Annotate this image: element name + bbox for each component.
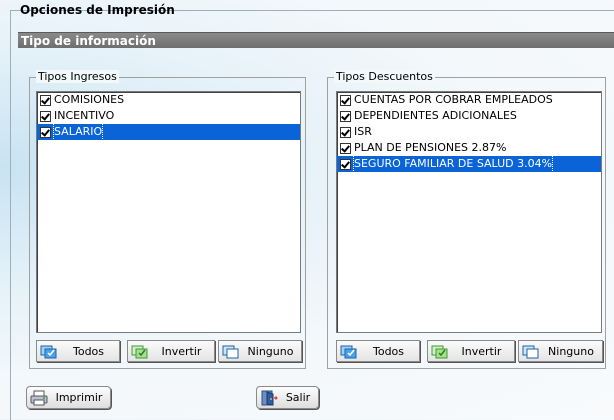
exit-door-icon	[260, 390, 278, 406]
descuentos-list-item[interactable]: DEPENDIENTES ADICIONALES	[337, 108, 601, 124]
descuentos-list-item[interactable]: ISR	[337, 124, 601, 140]
descuentos-todos-label: Todos	[372, 344, 405, 358]
select-all-icon	[40, 343, 58, 359]
ingresos-list-item[interactable]: SALARIO	[37, 123, 300, 141]
descuentos-ninguno-label: Ninguno	[548, 344, 594, 358]
list-item-label: CUENTAS POR COBRAR EMPLEADOS	[354, 93, 553, 106]
descuentos-list-item[interactable]: PLAN DE PENSIONES 2.87%	[337, 140, 601, 156]
list-item-label: INCENTIVO	[54, 109, 115, 122]
ingresos-list-item[interactable]: INCENTIVO	[37, 108, 300, 124]
select-all-icon	[340, 343, 358, 359]
descuentos-invertir-button[interactable]: Invertir	[427, 340, 515, 362]
ingresos-legend: Tipos Ingresos	[36, 70, 119, 83]
salir-button[interactable]: Salir	[256, 386, 319, 409]
checkbox[interactable]	[40, 126, 51, 138]
descuentos-listbox[interactable]: CUENTAS POR COBRAR EMPLEADOS DEPENDIENTES…	[336, 91, 602, 333]
salir-label: Salir	[285, 391, 311, 404]
ingresos-todos-label: Todos	[72, 344, 105, 358]
checkbox[interactable]	[340, 126, 351, 138]
checkbox[interactable]	[40, 110, 51, 122]
imprimir-button[interactable]: Imprimir	[26, 386, 111, 409]
ingresos-todos-button[interactable]: Todos	[36, 340, 120, 362]
checkbox[interactable]	[340, 110, 351, 122]
printer-icon	[30, 390, 48, 406]
checkbox[interactable]	[40, 94, 51, 106]
descuentos-invertir-label: Invertir	[461, 344, 502, 358]
list-item-label: PLAN DE PENSIONES 2.87%	[354, 141, 507, 154]
descuentos-ninguno-button[interactable]: Ninguno	[518, 340, 603, 362]
checkbox[interactable]	[340, 142, 351, 154]
ingresos-invertir-button[interactable]: Invertir	[127, 340, 215, 362]
descuentos-list-item[interactable]: CUENTAS POR COBRAR EMPLEADOS	[337, 92, 601, 108]
ingresos-list-item[interactable]: COMISIONES	[37, 92, 300, 108]
ingresos-invertir-label: Invertir	[161, 344, 202, 358]
descuentos-list-item[interactable]: SEGURO FAMILIAR DE SALUD 3.04%	[337, 155, 601, 173]
select-none-icon	[522, 343, 540, 359]
descuentos-legend: Tipos Descuentos	[334, 70, 435, 83]
invert-selection-icon	[431, 343, 449, 359]
list-item-label: COMISIONES	[54, 93, 125, 106]
list-item-label: ISR	[354, 125, 372, 138]
list-item-label: DEPENDIENTES ADICIONALES	[354, 109, 517, 122]
imprimir-label: Imprimir	[55, 391, 103, 404]
invert-selection-icon	[131, 343, 149, 359]
descuentos-todos-button[interactable]: Todos	[336, 340, 420, 362]
checkbox[interactable]	[340, 94, 351, 106]
select-none-icon	[222, 343, 240, 359]
ingresos-listbox[interactable]: COMISIONES INCENTIVO SALARIO	[36, 91, 301, 333]
list-item-label: SEGURO FAMILIAR DE SALUD 3.04%	[352, 155, 554, 173]
checkbox[interactable]	[340, 158, 351, 170]
list-item-label: SALARIO	[52, 123, 104, 141]
ingresos-ninguno-button[interactable]: Ninguno	[218, 340, 302, 362]
section-title-bar: Tipo de información	[18, 32, 614, 48]
ingresos-ninguno-label: Ninguno	[247, 344, 294, 358]
print-options-title: Opciones de Impresión	[20, 3, 175, 17]
